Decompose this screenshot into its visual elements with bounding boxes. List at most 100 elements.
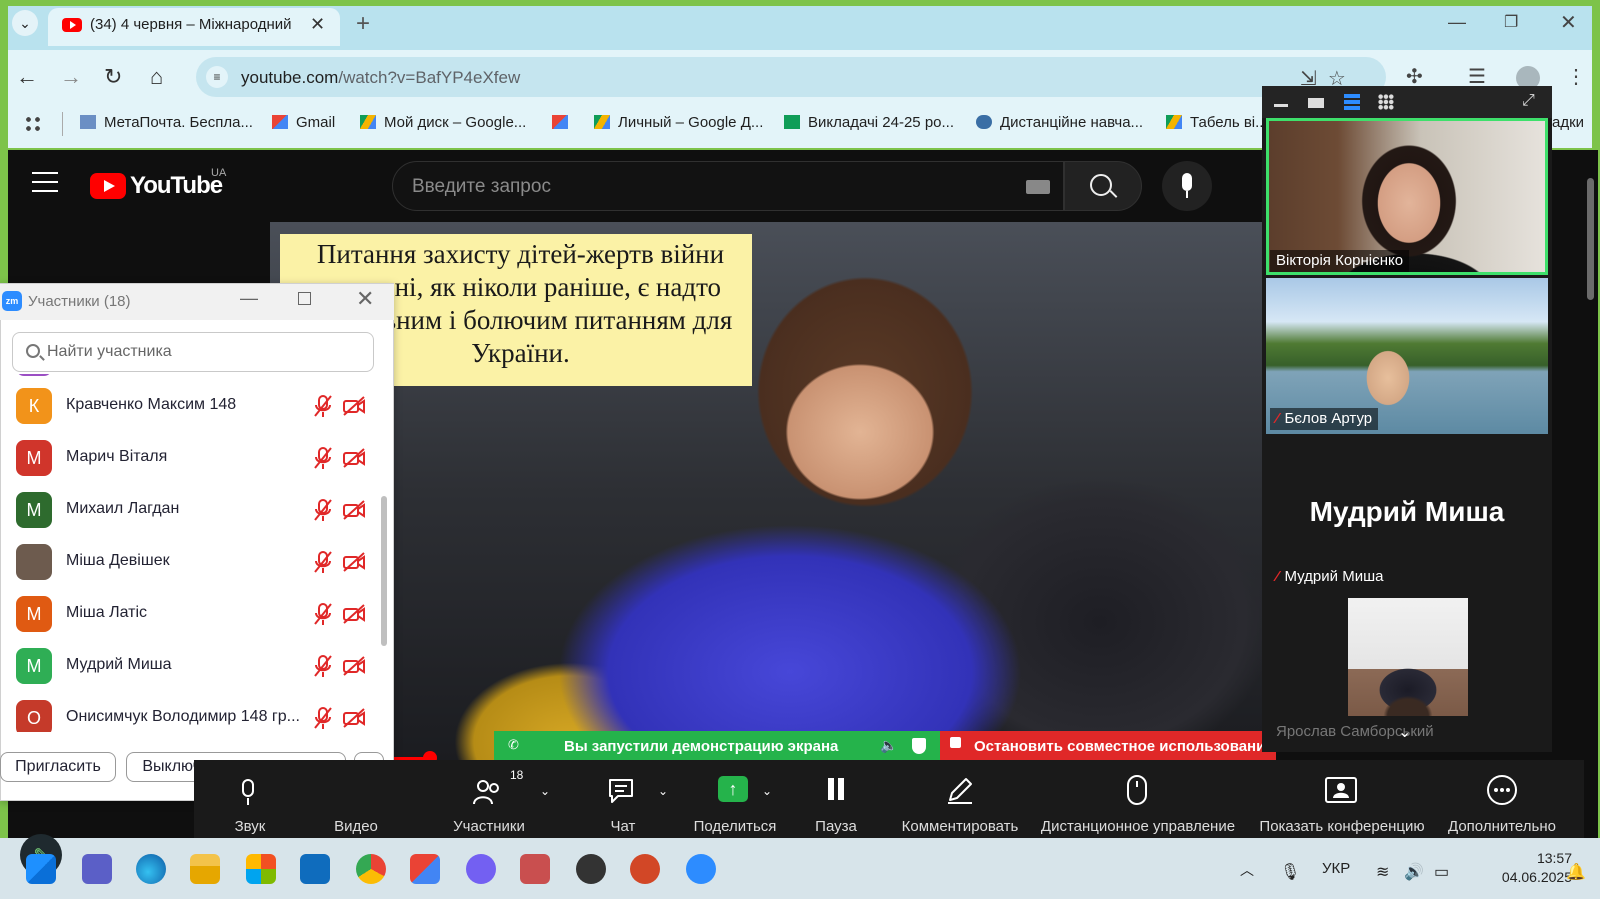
participant-row[interactable]: О Онисимчук Володимир 148 гр... xyxy=(0,692,380,732)
camera-off-icon[interactable] xyxy=(342,708,366,728)
stop-share-label[interactable]: Остановить совместное использование xyxy=(974,738,1274,755)
bookmark-personal-drive[interactable]: Личный – Google Д... xyxy=(594,114,763,131)
window-restore-button[interactable]: ❐ xyxy=(1504,12,1518,32)
participant-row[interactable]: М Михаил Лагдан xyxy=(0,484,380,536)
camera-off-icon[interactable] xyxy=(342,448,366,468)
file-explorer-icon[interactable] xyxy=(190,854,220,884)
camera-off-icon[interactable] xyxy=(342,396,366,416)
chevron-down-icon[interactable]: ⌄ xyxy=(540,784,550,798)
toolbar-participants-label[interactable]: Участники xyxy=(446,818,532,835)
wifi-icon[interactable]: ≋ xyxy=(1376,862,1389,882)
toolbar-share-label[interactable]: Поделиться xyxy=(690,818,780,835)
page-scrollbar-thumb[interactable] xyxy=(1587,178,1594,300)
media-player-icon[interactable] xyxy=(576,854,606,884)
youtube-logo-text[interactable]: YouTube xyxy=(130,172,223,200)
input-language-indicator[interactable]: УКР xyxy=(1322,860,1350,877)
pause-icon-bar[interactable] xyxy=(838,778,844,800)
participants-maximize-button[interactable] xyxy=(298,292,311,305)
video-tile-small[interactable] xyxy=(1348,598,1468,716)
participants-icon[interactable] xyxy=(472,778,502,806)
toolbar-video-label[interactable]: Видео xyxy=(320,818,392,835)
participants-minimize-button[interactable]: — xyxy=(240,288,258,309)
muted-mic-icon[interactable] xyxy=(312,706,334,730)
participants-close-button[interactable]: ✕ xyxy=(356,286,374,312)
expand-icon[interactable]: ⤢ xyxy=(1522,92,1535,110)
tab-search-button[interactable]: ⌄ xyxy=(12,10,38,36)
reload-icon[interactable]: ↻ xyxy=(104,64,122,90)
muted-mic-icon[interactable] xyxy=(312,394,334,418)
new-tab-button[interactable]: + xyxy=(356,10,370,38)
microsoft-store-icon[interactable] xyxy=(246,854,276,884)
stacked-view-icon[interactable] xyxy=(1344,94,1360,110)
browser-menu-icon[interactable]: ⋮ xyxy=(1566,64,1586,89)
gallery-grid-icon[interactable] xyxy=(1378,94,1394,110)
chevron-down-icon[interactable]: ⌄ xyxy=(1398,722,1411,742)
chevron-down-icon[interactable]: ⌄ xyxy=(658,784,668,798)
chrome-icon[interactable] xyxy=(356,854,386,884)
participant-row[interactable]: Міша Девішек xyxy=(0,536,380,588)
keyboard-icon[interactable] xyxy=(1026,180,1050,194)
home-icon[interactable]: ⌂ xyxy=(150,64,163,90)
youtube-logo-icon[interactable] xyxy=(90,173,126,199)
clock-date[interactable]: 04.06.2025 xyxy=(1476,869,1572,885)
start-menu-icon[interactable] xyxy=(26,854,56,884)
minimize-view-icon[interactable] xyxy=(1274,104,1288,107)
participant-row[interactable]: М Марич Віталя xyxy=(0,432,380,484)
muted-mic-icon[interactable] xyxy=(312,446,334,470)
camera-off-icon[interactable] xyxy=(342,604,366,624)
show-meeting-icon[interactable] xyxy=(1324,776,1358,804)
bookmark-gmail[interactable]: Gmail xyxy=(272,114,335,131)
participant-row[interactable]: М Мудрий Миша xyxy=(0,640,380,692)
toolbar-annotate-label[interactable]: Комментировать xyxy=(896,818,1024,835)
muted-mic-icon[interactable] xyxy=(312,498,334,522)
camera-off-icon[interactable] xyxy=(342,656,366,676)
toolbar-remote-control-label[interactable]: Дистанционное управление xyxy=(1036,818,1240,835)
single-speaker-view-icon[interactable] xyxy=(1308,98,1324,108)
voice-search-mic-icon[interactable] xyxy=(1162,161,1212,211)
speaker-icon[interactable]: 🔈 xyxy=(880,737,897,754)
participant-row[interactable]: М Міша Латіс xyxy=(0,588,380,640)
teams-icon[interactable] xyxy=(82,854,112,884)
viber-icon[interactable] xyxy=(466,854,496,884)
edge-icon[interactable] xyxy=(136,854,166,884)
microphone-tray-icon[interactable]: 🎙 xyxy=(1280,862,1300,882)
bookmark-distance-learning[interactable]: Дистанційне навча... xyxy=(976,114,1143,131)
url-text[interactable]: youtube.com/watch?v=BafYP4eXfew xyxy=(241,68,520,88)
toolbar-show-meeting-label[interactable]: Показать конференцию xyxy=(1254,818,1430,835)
toolbar-more-label[interactable]: Дополнительно xyxy=(1442,818,1562,835)
participant-row[interactable]: К Кравченко Максим 148 xyxy=(0,380,380,432)
clock-time[interactable]: 13:57 xyxy=(1498,850,1572,866)
window-minimize-button[interactable]: — xyxy=(1448,12,1466,33)
back-arrow-icon[interactable]: ← xyxy=(16,64,38,90)
hamburger-menu-icon[interactable] xyxy=(32,172,58,192)
zoom-app-icon[interactable] xyxy=(686,854,716,884)
powerpoint-icon[interactable] xyxy=(630,854,660,884)
muted-mic-icon[interactable] xyxy=(312,602,334,626)
window-close-button[interactable]: ✕ xyxy=(1560,10,1577,35)
camera-off-icon[interactable] xyxy=(342,552,366,572)
remote-control-mouse-icon[interactable] xyxy=(1124,774,1150,806)
toolbar-chat-label[interactable]: Чат xyxy=(598,818,648,835)
share-screen-icon[interactable]: ↑ xyxy=(718,776,748,802)
toolbar-pause-label[interactable]: Пауза xyxy=(808,818,864,835)
bookmark-tabel[interactable]: Табель ві... xyxy=(1166,114,1268,131)
invite-button[interactable]: Пригласить xyxy=(0,752,116,782)
gmail-icon[interactable] xyxy=(410,854,440,884)
apps-grid-icon[interactable] xyxy=(24,115,42,133)
battery-icon[interactable]: ▭ xyxy=(1434,862,1449,882)
annotate-pencil-icon[interactable] xyxy=(944,774,976,806)
muted-mic-icon[interactable] xyxy=(312,654,334,678)
tab-close-icon[interactable]: ✕ xyxy=(310,14,325,35)
notifications-icon[interactable]: 🔔 xyxy=(1566,862,1586,882)
toolbar-audio-label[interactable]: Звук xyxy=(220,818,280,835)
muted-mic-icon[interactable] xyxy=(312,550,334,574)
site-info-icon[interactable]: ≡ xyxy=(206,66,228,88)
camera-off-icon[interactable] xyxy=(342,500,366,520)
forward-arrow-icon[interactable]: → xyxy=(60,64,82,90)
more-options-icon[interactable] xyxy=(1486,774,1518,806)
bookmark-other[interactable]: адки xyxy=(1552,114,1584,131)
chevron-down-icon[interactable]: ⌄ xyxy=(762,784,772,798)
volume-icon[interactable]: 🔊 xyxy=(1404,862,1424,882)
search-icon[interactable] xyxy=(1090,174,1112,196)
bookmark-metapochta[interactable]: МетаПочта. Беспла... xyxy=(80,114,253,131)
